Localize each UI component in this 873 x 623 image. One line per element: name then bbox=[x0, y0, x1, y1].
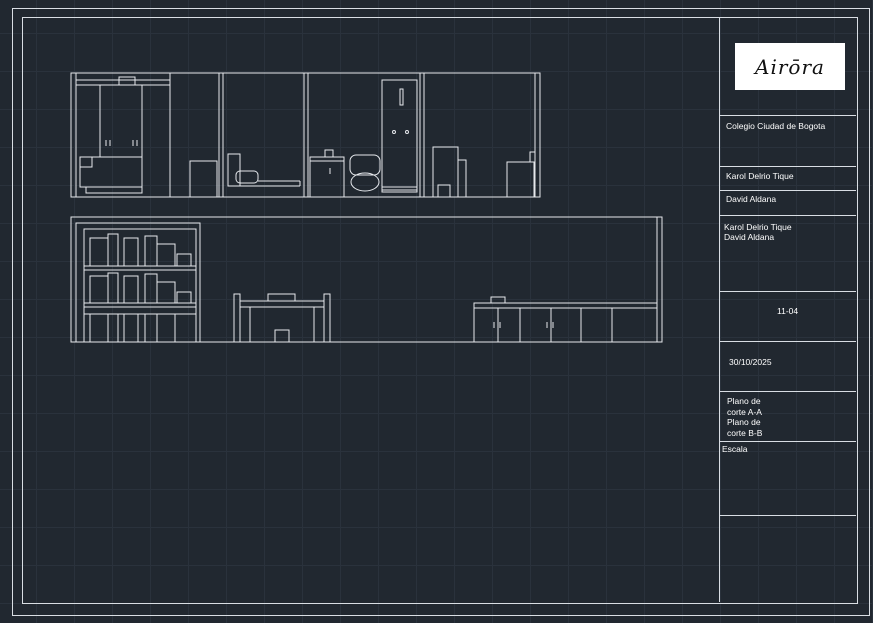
book bbox=[156, 281, 176, 304]
desk-leg bbox=[233, 293, 241, 343]
desk-body bbox=[249, 306, 315, 343]
bed-pillow bbox=[79, 156, 93, 168]
wardrobe-top-box bbox=[118, 76, 136, 86]
bookshelf-inner bbox=[83, 228, 197, 343]
sink-faucet bbox=[490, 296, 506, 304]
shower-head bbox=[399, 88, 404, 106]
bed bbox=[79, 156, 143, 188]
book bbox=[144, 235, 158, 267]
lamp bbox=[529, 151, 536, 163]
chair-seat bbox=[437, 184, 451, 198]
vanity bbox=[309, 156, 345, 198]
bed-base bbox=[85, 186, 143, 194]
desk-top bbox=[239, 300, 325, 308]
book bbox=[89, 237, 109, 267]
faucet bbox=[324, 149, 334, 158]
chair bbox=[432, 146, 459, 198]
headboard bbox=[227, 153, 241, 187]
monitor bbox=[267, 293, 296, 302]
book bbox=[123, 275, 139, 304]
chair bbox=[274, 329, 290, 343]
pillow bbox=[235, 170, 259, 184]
book bbox=[89, 275, 109, 304]
section-drawings bbox=[70, 72, 663, 343]
section-a-outline bbox=[70, 72, 541, 198]
book bbox=[156, 243, 176, 267]
book bbox=[144, 273, 158, 304]
section-b-b bbox=[70, 216, 663, 343]
shower-valve bbox=[392, 130, 396, 134]
wardrobe bbox=[99, 84, 143, 158]
toilet-tank bbox=[349, 154, 381, 176]
book bbox=[107, 272, 119, 304]
toilet-bowl bbox=[350, 172, 380, 192]
section-a-a bbox=[70, 72, 541, 198]
book bbox=[176, 291, 192, 304]
book bbox=[107, 233, 119, 267]
book bbox=[176, 253, 192, 267]
section-b-outline bbox=[70, 216, 663, 343]
shower-valve bbox=[405, 130, 409, 134]
nightstand bbox=[189, 160, 218, 198]
book bbox=[123, 237, 139, 267]
cabinet bbox=[506, 161, 535, 198]
kitchen-counter bbox=[473, 302, 658, 343]
desk-leg bbox=[323, 293, 331, 343]
chair-side bbox=[457, 159, 467, 198]
